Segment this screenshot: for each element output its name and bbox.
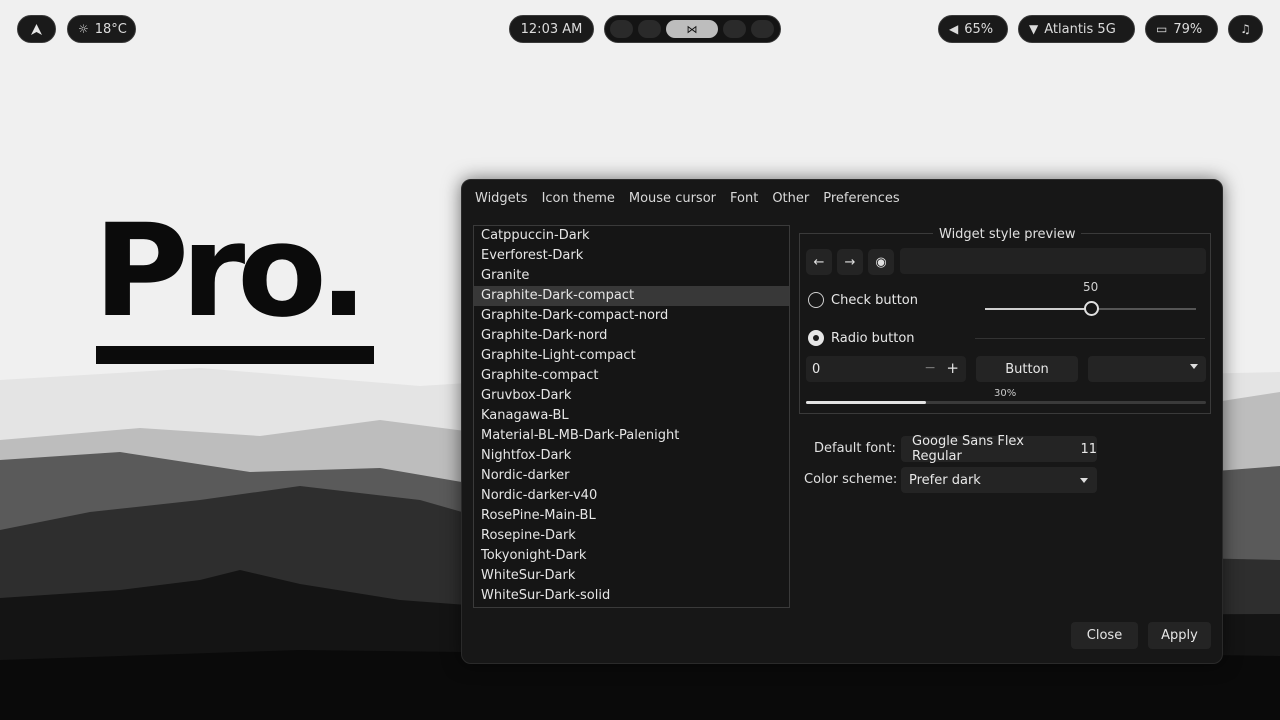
battery-value: 79% xyxy=(1173,21,1203,37)
weather-widget[interactable]: ☼ 18°C xyxy=(67,15,136,43)
progress-bar xyxy=(806,401,1206,404)
spin-value: 0 xyxy=(812,361,821,377)
arch-logo-icon xyxy=(31,23,42,35)
weather-temp: 18°C xyxy=(94,21,127,37)
brand-logo: Pro. xyxy=(93,197,374,364)
bell-icon: ♫ xyxy=(1240,22,1251,36)
vscode-icon: ⋈ xyxy=(686,22,698,36)
font-name: Google Sans Flex Regular xyxy=(912,434,1024,464)
workspace-5[interactable] xyxy=(751,20,774,38)
theme-list-item[interactable]: Kanagawa-BL xyxy=(474,406,789,426)
theme-list-item[interactable]: Graphite-Dark-compact xyxy=(474,286,789,306)
theme-list-item[interactable]: Nordic-darker-v40 xyxy=(474,486,789,506)
theme-list-item[interactable]: Granite xyxy=(474,266,789,286)
record-button[interactable]: ◉ xyxy=(868,249,894,275)
volume-widget[interactable]: ◀ 65% xyxy=(938,15,1008,43)
tab-widgets[interactable]: Widgets xyxy=(475,191,528,206)
radio-label: Radio button xyxy=(831,330,915,346)
close-button[interactable]: Close xyxy=(1071,622,1138,649)
separator xyxy=(975,338,1205,339)
font-size: 11 xyxy=(1080,441,1097,457)
theme-list-item[interactable]: Rosepine-Dark xyxy=(474,526,789,546)
color-scheme-value: Prefer dark xyxy=(909,472,981,488)
chevron-down-icon xyxy=(1080,478,1088,483)
volume-value: 65% xyxy=(964,21,994,37)
progress-label: 30% xyxy=(994,388,1017,399)
color-scheme-dropdown[interactable]: Prefer dark xyxy=(901,467,1097,493)
color-scheme-label: Color scheme: xyxy=(804,472,898,487)
theme-list-item[interactable]: Graphite-Dark-nord xyxy=(474,326,789,346)
theme-list-item[interactable]: Graphite-Light-compact xyxy=(474,346,789,366)
tab-other[interactable]: Other xyxy=(772,191,809,206)
arrow-right-icon: → xyxy=(844,254,856,270)
slider-fill xyxy=(985,308,1091,310)
radio-icon xyxy=(808,330,824,346)
default-font-label: Default font: xyxy=(814,441,896,456)
spin-button[interactable]: 0 − + xyxy=(806,356,966,382)
radio-dot-icon: ◉ xyxy=(875,254,887,270)
appearance-settings-dialog: Widgets Icon theme Mouse cursor Font Oth… xyxy=(461,179,1223,664)
theme-list-item[interactable]: Material-BL-MB-Dark-Palenight xyxy=(474,426,789,446)
notifications-button[interactable]: ♫ xyxy=(1228,15,1263,43)
checkbox-icon xyxy=(808,292,824,308)
wifi-ssid: Atlantis 5G xyxy=(1044,21,1116,37)
clock-time: 12:03 AM xyxy=(520,21,583,37)
back-button[interactable]: ← xyxy=(806,249,832,275)
theme-list-item[interactable]: Nightfox-Dark xyxy=(474,446,789,466)
wifi-icon: ▼ xyxy=(1029,22,1039,36)
theme-list-item[interactable]: Catppuccin-Dark xyxy=(474,226,789,246)
preview-slider[interactable] xyxy=(985,301,1196,316)
check-button[interactable]: Check button xyxy=(808,292,918,308)
clock[interactable]: 12:03 AM xyxy=(509,15,594,43)
theme-list-item[interactable]: Graphite-compact xyxy=(474,366,789,386)
progress-fill xyxy=(806,401,926,404)
tab-font[interactable]: Font xyxy=(730,191,758,206)
theme-list-item[interactable]: Everforest-Dark xyxy=(474,246,789,266)
theme-list-item[interactable]: Gruvbox-Dark xyxy=(474,386,789,406)
theme-list[interactable]: Catppuccin-Dark Everforest-Dark Granite Gra… xyxy=(473,225,790,608)
preview-combobox[interactable] xyxy=(1088,356,1206,382)
spin-increment-button[interactable]: + xyxy=(946,359,959,377)
theme-list-item[interactable]: Tokyonight-Dark xyxy=(474,546,789,566)
theme-list-item[interactable]: RosePine-Main-BL xyxy=(474,506,789,526)
tab-mouse-cursor[interactable]: Mouse cursor xyxy=(629,191,716,206)
preview-title: Widget style preview xyxy=(933,227,1082,242)
theme-list-item[interactable]: Nordic-darker xyxy=(474,466,789,486)
preview-button[interactable]: Button xyxy=(976,356,1078,382)
battery-widget[interactable]: ▭ 79% xyxy=(1145,15,1218,43)
default-font-button[interactable]: Google Sans Flex Regular 11 xyxy=(901,434,1097,464)
widget-style-preview: Widget style preview ← → ◉ Check button … xyxy=(799,227,1211,414)
slider-value: 50 xyxy=(1083,280,1099,294)
theme-list-item[interactable]: WhiteSur-Dark-solid xyxy=(474,586,789,606)
sun-icon: ☼ xyxy=(78,22,89,36)
check-label: Check button xyxy=(831,292,919,308)
workspace-2[interactable] xyxy=(638,20,661,38)
tab-bar: Widgets Icon theme Mouse cursor Font Oth… xyxy=(475,191,900,206)
workspace-active[interactable]: ⋈ xyxy=(666,20,718,38)
radio-button[interactable]: Radio button xyxy=(808,330,915,346)
volume-icon: ◀ xyxy=(949,22,959,36)
tab-icon-theme[interactable]: Icon theme xyxy=(542,191,615,206)
battery-icon: ▭ xyxy=(1156,22,1168,36)
theme-list-item[interactable]: Graphite-Dark-compact-nord xyxy=(474,306,789,326)
preview-text-entry[interactable] xyxy=(900,248,1206,274)
workspace-1[interactable] xyxy=(610,20,633,38)
slider-handle[interactable] xyxy=(1083,301,1099,316)
brand-underline xyxy=(96,346,374,364)
brand-text: Pro. xyxy=(93,197,368,346)
workspace-switcher: ⋈ xyxy=(604,15,781,43)
arrow-left-icon: ← xyxy=(813,254,825,270)
launcher-button[interactable] xyxy=(17,15,56,43)
theme-list-item[interactable]: WhiteSur-Dark xyxy=(474,566,789,586)
apply-button[interactable]: Apply xyxy=(1148,622,1211,649)
spin-decrement-button[interactable]: − xyxy=(924,360,936,376)
wifi-widget[interactable]: ▼ Atlantis 5G xyxy=(1018,15,1135,43)
forward-button[interactable]: → xyxy=(837,249,863,275)
chevron-down-icon xyxy=(1190,364,1198,369)
tab-preferences[interactable]: Preferences xyxy=(823,191,899,206)
workspace-4[interactable] xyxy=(723,20,746,38)
